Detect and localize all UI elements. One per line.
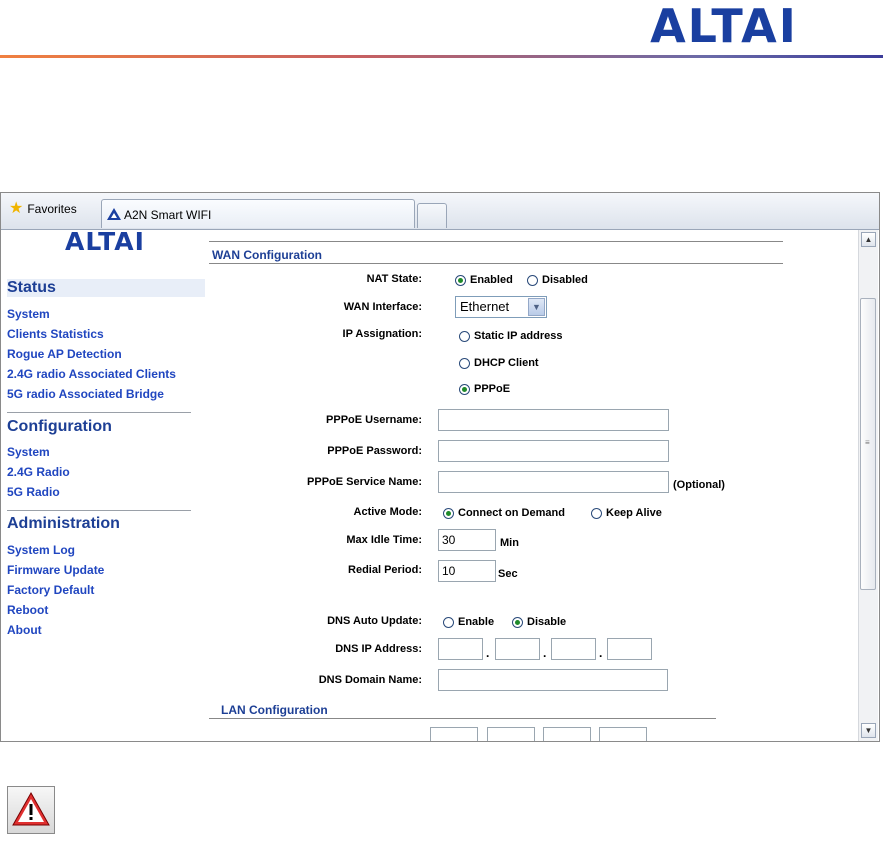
svg-text:ALTAI: ALTAI <box>650 6 798 44</box>
nav-divider <box>7 510 191 511</box>
ip-pppoe-option[interactable]: PPPoE <box>459 383 510 395</box>
lan-ip-octet-1[interactable] <box>430 727 478 741</box>
lan-ip-octet-3[interactable] <box>543 727 591 741</box>
keep-alive-radio[interactable] <box>591 507 602 519</box>
wan-interface-label: WAN Interface: <box>343 301 422 313</box>
dns-ip-octet-1[interactable] <box>438 638 483 660</box>
dns-ip-octet-3[interactable] <box>551 638 596 660</box>
nav-item-about[interactable]: About <box>7 623 42 637</box>
nav-item-24g-radio[interactable]: 2.4G Radio <box>7 465 70 479</box>
page-viewport: ALTAI Status System Clients Statistics R… <box>1 230 879 741</box>
sidebar-logo: ALTAI <box>65 231 145 251</box>
pppoe-password-input[interactable] <box>438 440 669 462</box>
max-idle-time-label: Max Idle Time: <box>346 534 422 546</box>
active-mode-label: Active Mode: <box>353 506 422 518</box>
ip-static-radio[interactable] <box>459 330 470 342</box>
favorites-label: Favorites <box>27 202 77 216</box>
dns-ip-address-label: DNS IP Address: <box>335 643 422 655</box>
lan-ip-octet-4[interactable] <box>599 727 647 741</box>
warning-icon <box>7 786 55 834</box>
redial-period-input[interactable] <box>438 560 496 582</box>
scroll-thumb[interactable]: ≡ <box>860 298 876 590</box>
ip-dhcp-option[interactable]: DHCP Client <box>459 357 539 369</box>
nav-heading-status[interactable]: Status <box>7 279 205 297</box>
pppoe-service-name-input[interactable] <box>438 471 669 493</box>
nat-disabled-radio[interactable] <box>527 274 538 286</box>
chevron-down-icon[interactable]: ▼ <box>528 298 545 316</box>
nav-item-config-system[interactable]: System <box>7 445 50 459</box>
tab-a2n-smart-wifi[interactable]: A2N Smart WIFI <box>101 199 415 228</box>
dns-domain-name-label: DNS Domain Name: <box>318 674 422 686</box>
grip-icon: ≡ <box>865 438 870 447</box>
nav-heading-administration[interactable]: Administration <box>7 515 205 533</box>
scroll-down-button[interactable]: ▼ <box>861 723 876 738</box>
header-divider <box>0 55 883 58</box>
vertical-scrollbar[interactable]: ▲ ≡ ▼ <box>858 230 878 741</box>
favorites-button[interactable]: ★ Favorites <box>9 200 77 217</box>
dns-auto-update-label: DNS Auto Update: <box>327 615 422 627</box>
wan-section-title: WAN Configuration <box>212 248 322 262</box>
nav-item-5g-radio[interactable]: 5G Radio <box>7 485 60 499</box>
redial-period-unit: Sec <box>498 568 518 580</box>
nat-state-label: NAT State: <box>366 273 422 285</box>
content-top-rule <box>209 241 783 242</box>
dns-enable-option[interactable]: Enable <box>443 616 494 628</box>
keep-alive-option[interactable]: Keep Alive <box>591 507 662 519</box>
main-content: WAN Configuration NAT State: Enabled Dis… <box>209 230 849 741</box>
tab-title: A2N Smart WIFI <box>124 208 212 222</box>
nav-item-clients-statistics[interactable]: Clients Statistics <box>7 327 104 341</box>
lan-section-rule <box>209 718 716 719</box>
tab-bar: ★ Favorites A2N Smart WIFI <box>1 193 879 230</box>
nav-item-reboot[interactable]: Reboot <box>7 603 48 617</box>
connect-on-demand-option[interactable]: Connect on Demand <box>443 507 565 519</box>
altai-logo: ALTAI <box>650 6 798 44</box>
nav-heading-configuration[interactable]: Configuration <box>7 418 205 436</box>
dns-enable-radio[interactable] <box>443 616 454 628</box>
nav-item-factory-default[interactable]: Factory Default <box>7 583 94 597</box>
nav-item-5g-associated-bridge[interactable]: 5G radio Associated Bridge <box>7 387 164 401</box>
altai-tab-icon <box>107 208 121 220</box>
pppoe-username-input[interactable] <box>438 409 669 431</box>
ip-dot: . <box>486 646 490 660</box>
max-idle-time-input[interactable] <box>438 529 496 551</box>
nav-item-firmware-update[interactable]: Firmware Update <box>7 563 104 577</box>
dns-domain-name-input[interactable] <box>438 669 668 691</box>
scroll-up-button[interactable]: ▲ <box>861 232 876 247</box>
nav-item-rogue-ap-detection[interactable]: Rogue AP Detection <box>7 347 122 361</box>
connect-on-demand-radio[interactable] <box>443 507 454 519</box>
nat-disabled-option[interactable]: Disabled <box>527 274 588 286</box>
sidebar: ALTAI Status System Clients Statistics R… <box>1 230 206 741</box>
browser-window: ★ Favorites A2N Smart WIFI ALTAI Status … <box>0 192 880 742</box>
ip-dot: . <box>599 646 603 660</box>
ip-static-option[interactable]: Static IP address <box>459 330 562 342</box>
nav-item-24g-associated-clients[interactable]: 2.4G radio Associated Clients <box>7 367 176 381</box>
nav-divider <box>7 412 191 413</box>
nav-item-status-system[interactable]: System <box>7 307 50 321</box>
pppoe-username-label: PPPoE Username: <box>326 414 422 426</box>
ip-dot: . <box>543 646 547 660</box>
max-idle-time-unit: Min <box>500 537 519 549</box>
pppoe-service-name-label: PPPoE Service Name: <box>307 476 422 488</box>
lan-section-title: LAN Configuration <box>221 703 328 717</box>
wan-interface-select[interactable]: Ethernet ▼ <box>455 296 547 318</box>
nat-enabled-radio[interactable] <box>455 274 466 286</box>
lan-ip-octet-2[interactable] <box>487 727 535 741</box>
svg-text:ALTAI: ALTAI <box>65 231 145 251</box>
dns-disable-radio[interactable] <box>512 616 523 628</box>
ip-dhcp-radio[interactable] <box>459 357 470 369</box>
dns-disable-option[interactable]: Disable <box>512 616 566 628</box>
ip-assignation-label: IP Assignation: <box>342 328 422 340</box>
redial-period-label: Redial Period: <box>348 564 422 576</box>
star-icon: ★ <box>9 200 24 217</box>
new-tab-button[interactable] <box>417 203 447 228</box>
nat-enabled-option[interactable]: Enabled <box>455 274 513 286</box>
pppoe-password-label: PPPoE Password: <box>327 445 422 457</box>
dns-ip-octet-4[interactable] <box>607 638 652 660</box>
nav-item-system-log[interactable]: System Log <box>7 543 75 557</box>
dns-ip-octet-2[interactable] <box>495 638 540 660</box>
ip-pppoe-radio[interactable] <box>459 383 470 395</box>
wan-section-rule <box>209 263 783 264</box>
optional-hint: (Optional) <box>673 479 725 491</box>
